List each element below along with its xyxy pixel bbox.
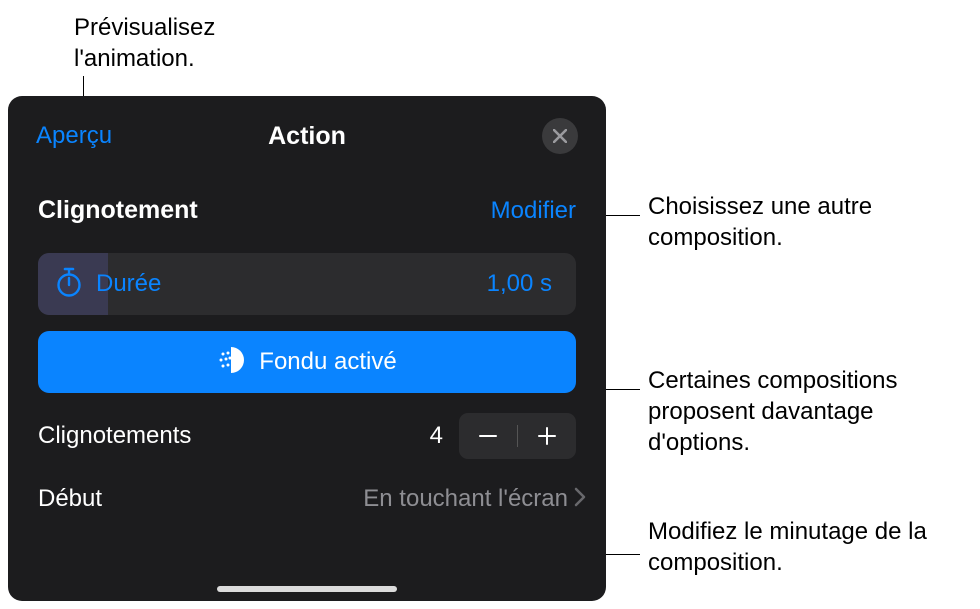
- home-indicator[interactable]: [217, 586, 397, 592]
- effect-section-header: Clignotement Modifier: [8, 178, 606, 237]
- panel-header: Aperçu Action: [8, 96, 606, 178]
- start-row[interactable]: Début En touchant l'écran: [38, 483, 586, 514]
- action-panel: Aperçu Action Clignotement Modifier Duré…: [8, 96, 606, 601]
- duration-slider[interactable]: Durée 1,00 s: [38, 253, 576, 315]
- annotation-more-options: Certaines compositions proposent davanta…: [648, 365, 968, 459]
- duration-label: Durée: [96, 270, 161, 298]
- preview-button[interactable]: Aperçu: [36, 122, 112, 150]
- minus-icon: [478, 426, 498, 446]
- count-stepper: [459, 413, 576, 459]
- annotation-choose-composition: Choisissez une autre composition.: [648, 191, 948, 253]
- callout-line: [603, 389, 640, 390]
- close-button[interactable]: [542, 118, 578, 154]
- start-value: En touchant l'écran: [363, 485, 568, 513]
- fondu-label: Fondu activé: [259, 348, 396, 376]
- stepper-plus-button[interactable]: [518, 413, 576, 459]
- duration-value: 1,00 s: [487, 270, 576, 298]
- annotation-timing: Modifiez le minutage de la composition.: [648, 516, 948, 578]
- stepper-minus-button[interactable]: [459, 413, 517, 459]
- plus-icon: [537, 426, 557, 446]
- count-value: 4: [430, 422, 443, 450]
- fondu-icon: [217, 346, 245, 379]
- chevron-right-icon: [574, 483, 586, 514]
- annotation-preview: Prévisualisez l'animation.: [74, 12, 274, 74]
- count-label: Clignotements: [38, 422, 191, 450]
- start-label: Début: [38, 485, 102, 513]
- fondu-button[interactable]: Fondu activé: [38, 331, 576, 393]
- close-icon: [553, 129, 567, 143]
- timer-icon: [56, 267, 82, 302]
- modify-button[interactable]: Modifier: [491, 197, 576, 225]
- panel-title: Action: [268, 122, 346, 151]
- count-row: Clignotements 4: [38, 413, 576, 459]
- effect-name: Clignotement: [38, 196, 198, 225]
